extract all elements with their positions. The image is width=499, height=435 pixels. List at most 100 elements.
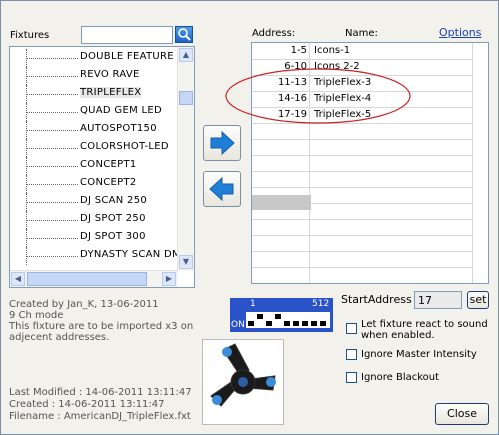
fixture-item-label: DJ SPOT 250	[80, 213, 146, 224]
address-row[interactable]	[252, 267, 472, 283]
tree-branch	[26, 76, 78, 77]
fixture-item-label: DJ SCAN 250	[80, 195, 148, 206]
blackout-checkbox[interactable]	[346, 372, 357, 383]
add-fixture-button[interactable]	[203, 125, 241, 161]
tree-branch	[26, 238, 78, 239]
fixture-tree-hscroll[interactable]: ◀ ▶	[10, 270, 178, 287]
tree-branch	[26, 256, 78, 257]
fixture-item[interactable]: DYNASTY SCAN DMX	[10, 247, 178, 265]
fixture-item[interactable]: CONCEPT1	[10, 157, 178, 175]
dip-switch-graphic	[248, 314, 326, 326]
fixture-item[interactable]: QUAD GEM LED	[10, 103, 178, 121]
highlight-ellipse	[225, 68, 411, 124]
address-row[interactable]	[252, 155, 472, 172]
master-intensity-checkbox[interactable]	[346, 349, 357, 360]
description-line: This fixture are to be imported x3 on	[9, 321, 194, 332]
search-icon	[178, 28, 191, 41]
fixture-tree-vscroll[interactable]: ▲ ▼	[177, 47, 194, 271]
fixture-item-label: CONCEPT2	[80, 177, 137, 188]
tree-branch	[26, 202, 78, 203]
scroll-left-icon[interactable]: ◀	[11, 272, 25, 286]
address-cell	[252, 219, 310, 235]
fixture-item-label: AUTOSPOT150	[80, 123, 157, 134]
fixture-item-label: REVO RAVE	[80, 69, 140, 80]
name-cell	[312, 171, 472, 187]
file-info: Last Modified : 14-06-2011 13:11:47 Crea…	[9, 387, 192, 423]
address-cell	[252, 267, 310, 283]
address-cell	[252, 155, 310, 171]
name-cell	[312, 203, 472, 219]
scroll-down-icon[interactable]: ▼	[179, 255, 193, 269]
fixture-search-input[interactable]	[81, 26, 173, 44]
fixture-description: Created by Jan_K, 13-06-2011 9 Ch mode T…	[9, 299, 193, 343]
tree-branch	[26, 184, 78, 185]
address-cell	[252, 171, 310, 187]
tree-branch	[26, 58, 78, 59]
name-header: Name:	[345, 28, 378, 39]
fixture-item[interactable]: AUTOSPOT150	[10, 121, 178, 139]
start-address-input[interactable]: 17	[414, 291, 462, 309]
fixture-item[interactable]: DJ SPOT 250	[10, 211, 178, 229]
options-link[interactable]: Options	[439, 26, 481, 39]
address-row[interactable]	[252, 139, 472, 156]
address-row[interactable]	[252, 219, 472, 236]
name-cell	[312, 267, 472, 283]
start-address-label: StartAddress :	[341, 293, 419, 306]
search-button[interactable]	[175, 26, 193, 43]
filename-text: Filename : AmericanDJ_TripleFlex.fxt	[9, 411, 191, 422]
master-intensity-label: Ignore Master Intensity	[361, 349, 477, 360]
address-table-scrollbar[interactable]	[472, 43, 488, 283]
sound-checkbox[interactable]	[346, 323, 357, 334]
address-row[interactable]	[252, 171, 472, 188]
selected-cell[interactable]	[252, 195, 311, 210]
address-row[interactable]	[252, 123, 472, 140]
fixture-item-label: QUAD GEM LED	[80, 105, 162, 116]
address-cell	[252, 251, 310, 267]
sound-option-label: Let fixture react to sound when enabled.	[361, 319, 488, 341]
dip-label-start: 1	[250, 299, 256, 309]
fixture-item-label: COLORSHOT-LED	[80, 141, 169, 152]
tree-branch	[26, 112, 78, 113]
address-row[interactable]	[252, 235, 472, 252]
tree-branch	[26, 130, 78, 131]
dip-switch-panel: 1 512 ON	[230, 298, 333, 332]
remove-fixture-button[interactable]	[203, 171, 241, 207]
address-cell	[252, 123, 310, 139]
fixture-item[interactable]: COLORSHOT-LED	[10, 139, 178, 157]
arrow-left-icon	[209, 176, 234, 202]
hscroll-thumb[interactable]	[27, 272, 147, 286]
fixture-item[interactable]: CONCEPT2	[10, 175, 178, 193]
fixture-item-label: CONCEPT1	[80, 159, 137, 170]
name-cell	[312, 155, 472, 171]
name-cell	[312, 123, 472, 139]
fixture-item[interactable]: TRIPLEFLEX	[10, 85, 178, 103]
tripleflex-image-icon	[210, 343, 276, 407]
last-modified-text: Last Modified : 14-06-2011 13:11:47	[9, 387, 192, 398]
scroll-right-icon[interactable]: ▶	[162, 272, 176, 286]
tree-branch	[26, 94, 78, 95]
description-line: Created by Jan_K, 13-06-2011	[9, 299, 159, 310]
name-cell	[312, 235, 472, 251]
tree-branch	[26, 148, 78, 149]
fixture-item[interactable]: REVO RAVE	[10, 67, 178, 85]
fixture-item[interactable]: DOUBLE FEATURE	[10, 49, 178, 67]
fixture-image	[202, 339, 284, 425]
name-cell	[312, 219, 472, 235]
set-button[interactable]: set	[467, 291, 489, 309]
close-button[interactable]: Close	[435, 403, 489, 425]
scroll-up-icon[interactable]: ▲	[179, 48, 193, 62]
scroll-thumb[interactable]	[179, 91, 193, 105]
arrow-right-icon	[210, 130, 235, 156]
fixtures-label: Fixtures	[10, 30, 50, 41]
address-cell: 1-5	[252, 43, 310, 59]
fixture-tree[interactable]: DOUBLE FEATURE REVO RAVE TRIPLEFLEX QUAD GE…	[9, 46, 195, 288]
fixture-item-label: DJ SPOT 300	[80, 231, 146, 242]
fixture-item[interactable]: DJ SCAN 250	[10, 193, 178, 211]
fixture-item[interactable]: DJ SPOT 300	[10, 229, 178, 247]
address-row[interactable]	[252, 251, 472, 268]
description-line: 9 Ch mode	[9, 310, 64, 321]
created-text: Created : 14-06-2011 13:11:47	[9, 399, 165, 410]
name-cell: Icons-1	[314, 45, 351, 56]
fixture-dialog: Fixtures DOUBLE FEATURE REVO RAVE TRIPLEFL…	[0, 0, 499, 435]
address-row[interactable]: 1-5 Icons-1	[252, 43, 472, 60]
